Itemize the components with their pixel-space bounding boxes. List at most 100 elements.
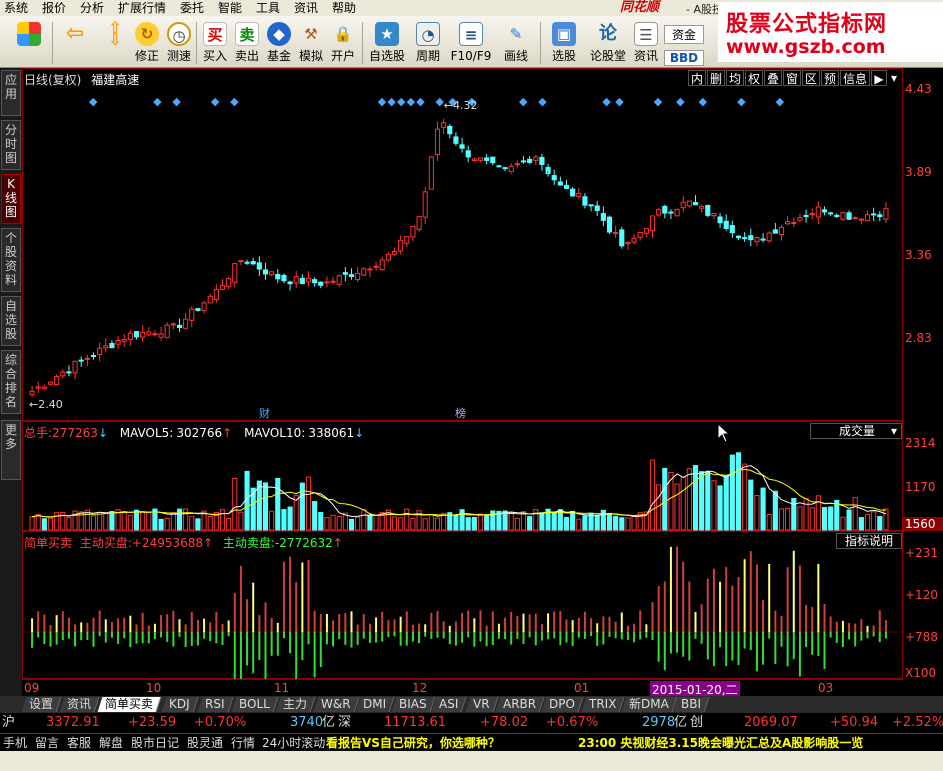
draw-line-button[interactable]: ✎ 画线 bbox=[498, 19, 534, 67]
ticker-btn-market[interactable]: 行情 bbox=[231, 734, 255, 752]
news-button[interactable]: ☰ 资讯 bbox=[630, 19, 662, 67]
cy-pct: +2.52% bbox=[892, 715, 943, 730]
open-account-button[interactable]: 🔒 开户 bbox=[326, 19, 360, 67]
ticker-btn-diary[interactable]: 股市日记 bbox=[131, 734, 179, 752]
tab-kdj[interactable]: KDJ bbox=[161, 697, 199, 712]
tab-boll[interactable]: BOLL bbox=[231, 697, 279, 712]
sidebar-tab-apps[interactable]: 应用 bbox=[1, 70, 21, 116]
simulate-button[interactable]: ⚒ 模拟 bbox=[294, 19, 328, 67]
candle-body bbox=[164, 324, 170, 338]
fund-flow-button[interactable]: 资金 BBD bbox=[664, 19, 704, 67]
tool-tab-window[interactable]: 窗 bbox=[783, 70, 801, 86]
speed-test-button[interactable]: ◷ 测速 bbox=[162, 19, 196, 67]
tool-tab-range[interactable]: 区 bbox=[802, 70, 820, 86]
sidebar-tab-watchlist[interactable]: 自选股 bbox=[1, 296, 21, 346]
tab-main-force[interactable]: 主力 bbox=[275, 697, 316, 712]
candle-body bbox=[355, 272, 361, 281]
candle-body bbox=[840, 212, 846, 220]
simulate-label: 模拟 bbox=[298, 49, 323, 63]
sidebar-tab-more[interactable]: 更多 bbox=[1, 420, 21, 480]
buy-button[interactable]: 买 买入 bbox=[198, 19, 232, 67]
tab-bbi[interactable]: BBI bbox=[673, 697, 710, 712]
layout-button[interactable] bbox=[12, 19, 46, 67]
tool-tab-predict[interactable]: 预 bbox=[821, 70, 839, 86]
ticker-btn-alert[interactable]: 股灵通 bbox=[187, 734, 223, 752]
volume-bar bbox=[324, 517, 330, 531]
tab-settings[interactable]: 设置 bbox=[21, 697, 62, 712]
tab-arbr[interactable]: ARBR bbox=[495, 697, 545, 712]
tool-tab-overlay[interactable]: 叠 bbox=[764, 70, 782, 86]
f10-button[interactable]: ≡ F10/F9 bbox=[450, 19, 492, 67]
refresh-button[interactable]: ↻ 修正 bbox=[130, 19, 164, 67]
tab-simple-buy-sell[interactable]: 简单买卖 bbox=[97, 697, 162, 712]
volume-bar bbox=[858, 517, 864, 531]
volume-bar bbox=[422, 518, 428, 531]
tool-tab-info[interactable]: 信息 bbox=[840, 70, 870, 86]
menu-system[interactable]: 系统 bbox=[4, 0, 28, 16]
watchlist-button[interactable]: ★ 自选股 bbox=[366, 19, 408, 67]
tool-tab-ma[interactable]: 均 bbox=[726, 70, 744, 86]
sidebar-tab-kline[interactable]: K线图 bbox=[1, 174, 21, 224]
sidebar-tab-intraday[interactable]: 分时图 bbox=[1, 120, 21, 170]
ticker-btn-mobile[interactable]: 手机 bbox=[3, 734, 27, 752]
period-button[interactable]: ◔ 周期 bbox=[410, 19, 446, 67]
draw-line-label: 画线 bbox=[503, 49, 528, 63]
candle-body bbox=[539, 156, 545, 165]
tab-vr[interactable]: VR bbox=[465, 697, 498, 712]
indicator-help-button[interactable]: 指标说明 bbox=[836, 533, 902, 549]
menu-extended[interactable]: 扩展行情 bbox=[118, 0, 166, 16]
menu-smart[interactable]: 智能 bbox=[218, 0, 242, 16]
menu-quote[interactable]: 报价 bbox=[42, 0, 66, 16]
cy-label: 创 bbox=[690, 715, 704, 730]
indicator-selector[interactable]: 成交量 ▾ bbox=[810, 423, 902, 439]
tab-trix[interactable]: TRIX bbox=[581, 697, 625, 712]
volume-bar bbox=[508, 511, 514, 531]
ticker-btn-24h[interactable]: 24小时滚动 bbox=[262, 734, 325, 752]
tab-dmi[interactable]: DMI bbox=[355, 697, 395, 712]
tool-tab-arrow-icon[interactable]: ▶ bbox=[871, 70, 887, 86]
volume-bar bbox=[846, 509, 852, 531]
candle-body bbox=[453, 136, 459, 144]
tool-tab-rights[interactable]: 权 bbox=[745, 70, 763, 86]
candle-body bbox=[477, 157, 484, 161]
menu-trade[interactable]: 委托 bbox=[180, 0, 204, 16]
menu-tools[interactable]: 工具 bbox=[256, 0, 280, 16]
tab-wr[interactable]: W&R bbox=[313, 697, 359, 712]
candle-body bbox=[551, 175, 557, 181]
brand-logo: 同花顺 bbox=[620, 0, 660, 15]
volume-bar bbox=[619, 517, 625, 531]
ticker-news-2[interactable]: 23:00 央视财经3.15晚会曝光汇总及A股影响股一览 bbox=[578, 734, 863, 752]
fund-flow-label: 资金 bbox=[664, 25, 704, 44]
tool-tab-delete[interactable]: 删 bbox=[707, 70, 725, 86]
tab-bias[interactable]: BIAS bbox=[391, 697, 436, 712]
menu-help[interactable]: 帮助 bbox=[332, 0, 356, 16]
tab-dpo[interactable]: DPO bbox=[541, 697, 584, 712]
tool-tab-inner[interactable]: 内 bbox=[688, 70, 706, 86]
back-button[interactable]: ⇦ bbox=[58, 19, 92, 67]
stock-screen-button[interactable]: ▣ 选股 bbox=[546, 19, 582, 67]
sidebar-tab-profile[interactable]: 个股资料 bbox=[1, 228, 21, 292]
ticker-btn-service[interactable]: 客服 bbox=[67, 734, 91, 752]
forum-button[interactable]: 论 论股堂 bbox=[588, 19, 628, 67]
sell-button[interactable]: 卖 卖出 bbox=[230, 19, 264, 67]
indicator-svg bbox=[23, 546, 904, 680]
indicator-chart[interactable] bbox=[22, 531, 904, 680]
tab-news[interactable]: 资讯 bbox=[59, 697, 100, 712]
updown-button[interactable]: ⇧ ⇩ bbox=[98, 19, 132, 67]
ticker-news-1[interactable]: 看报告VS自己研究，你选哪种？ bbox=[326, 734, 500, 752]
volume-bar bbox=[649, 459, 656, 531]
period-label: 周期 bbox=[415, 49, 440, 63]
sidebar-tab-ranking[interactable]: 综合排名 bbox=[1, 350, 21, 414]
menu-analysis[interactable]: 分析 bbox=[80, 0, 104, 16]
volume-bar bbox=[748, 479, 754, 531]
tool-tab-dropdown-icon[interactable]: ▾ bbox=[888, 70, 900, 86]
ticker-btn-analysis[interactable]: 解盘 bbox=[99, 734, 123, 752]
tab-asi[interactable]: ASI bbox=[431, 697, 467, 712]
ticker-btn-message[interactable]: 留言 bbox=[35, 734, 59, 752]
menu-news[interactable]: 资讯 bbox=[294, 0, 318, 16]
kline-chart[interactable]: ◆ ◆ ◆ ◆ ◆ ◆ ◆ ◆ ◆ ◆ ◆ ◆ ◆ ◆ ◆ ◆ ◆ ◆ ◆ ◆ ◆ ◆ ←4.32 ←2.40 财榜 bbox=[22, 68, 904, 421]
fund-button[interactable]: ◆ 基金 bbox=[262, 19, 296, 67]
tab-rsi[interactable]: RSI bbox=[197, 697, 233, 712]
volume-total-label: 总手: bbox=[24, 426, 53, 440]
tab-new-dma[interactable]: 新DMA bbox=[621, 697, 678, 712]
